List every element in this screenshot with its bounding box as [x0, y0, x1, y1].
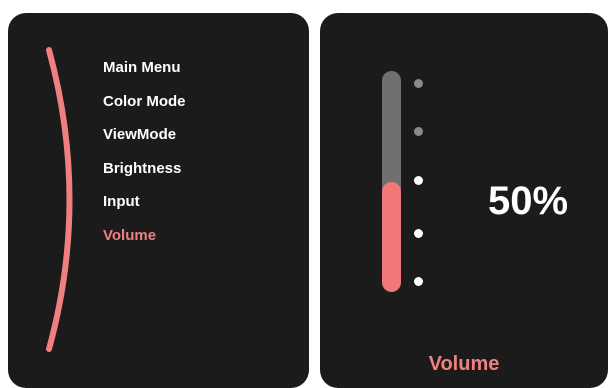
- menu-panel: Main Menu Color Mode ViewMode Brightness…: [8, 13, 309, 388]
- menu-item-main-menu[interactable]: Main Menu: [103, 58, 186, 92]
- menu-item-brightness[interactable]: Brightness: [103, 159, 186, 193]
- volume-tick: [414, 229, 423, 238]
- volume-value: 50%: [488, 179, 569, 223]
- main-menu: Main Menu Color Mode ViewMode Brightness…: [103, 58, 186, 259]
- volume-slider-fill: [382, 181, 401, 292]
- menu-item-viewmode[interactable]: ViewMode: [103, 125, 186, 159]
- volume-tick: [414, 277, 423, 286]
- volume-slider[interactable]: [382, 71, 401, 292]
- volume-tick: [414, 176, 423, 185]
- volume-tick: [414, 79, 423, 88]
- menu-item-volume[interactable]: Volume: [103, 226, 186, 260]
- volume-tick: [414, 127, 423, 136]
- volume-title: Volume: [428, 353, 500, 375]
- menu-item-input[interactable]: Input: [103, 192, 186, 226]
- volume-panel: 50% Volume: [320, 13, 608, 388]
- menu-item-color-mode[interactable]: Color Mode: [103, 92, 186, 126]
